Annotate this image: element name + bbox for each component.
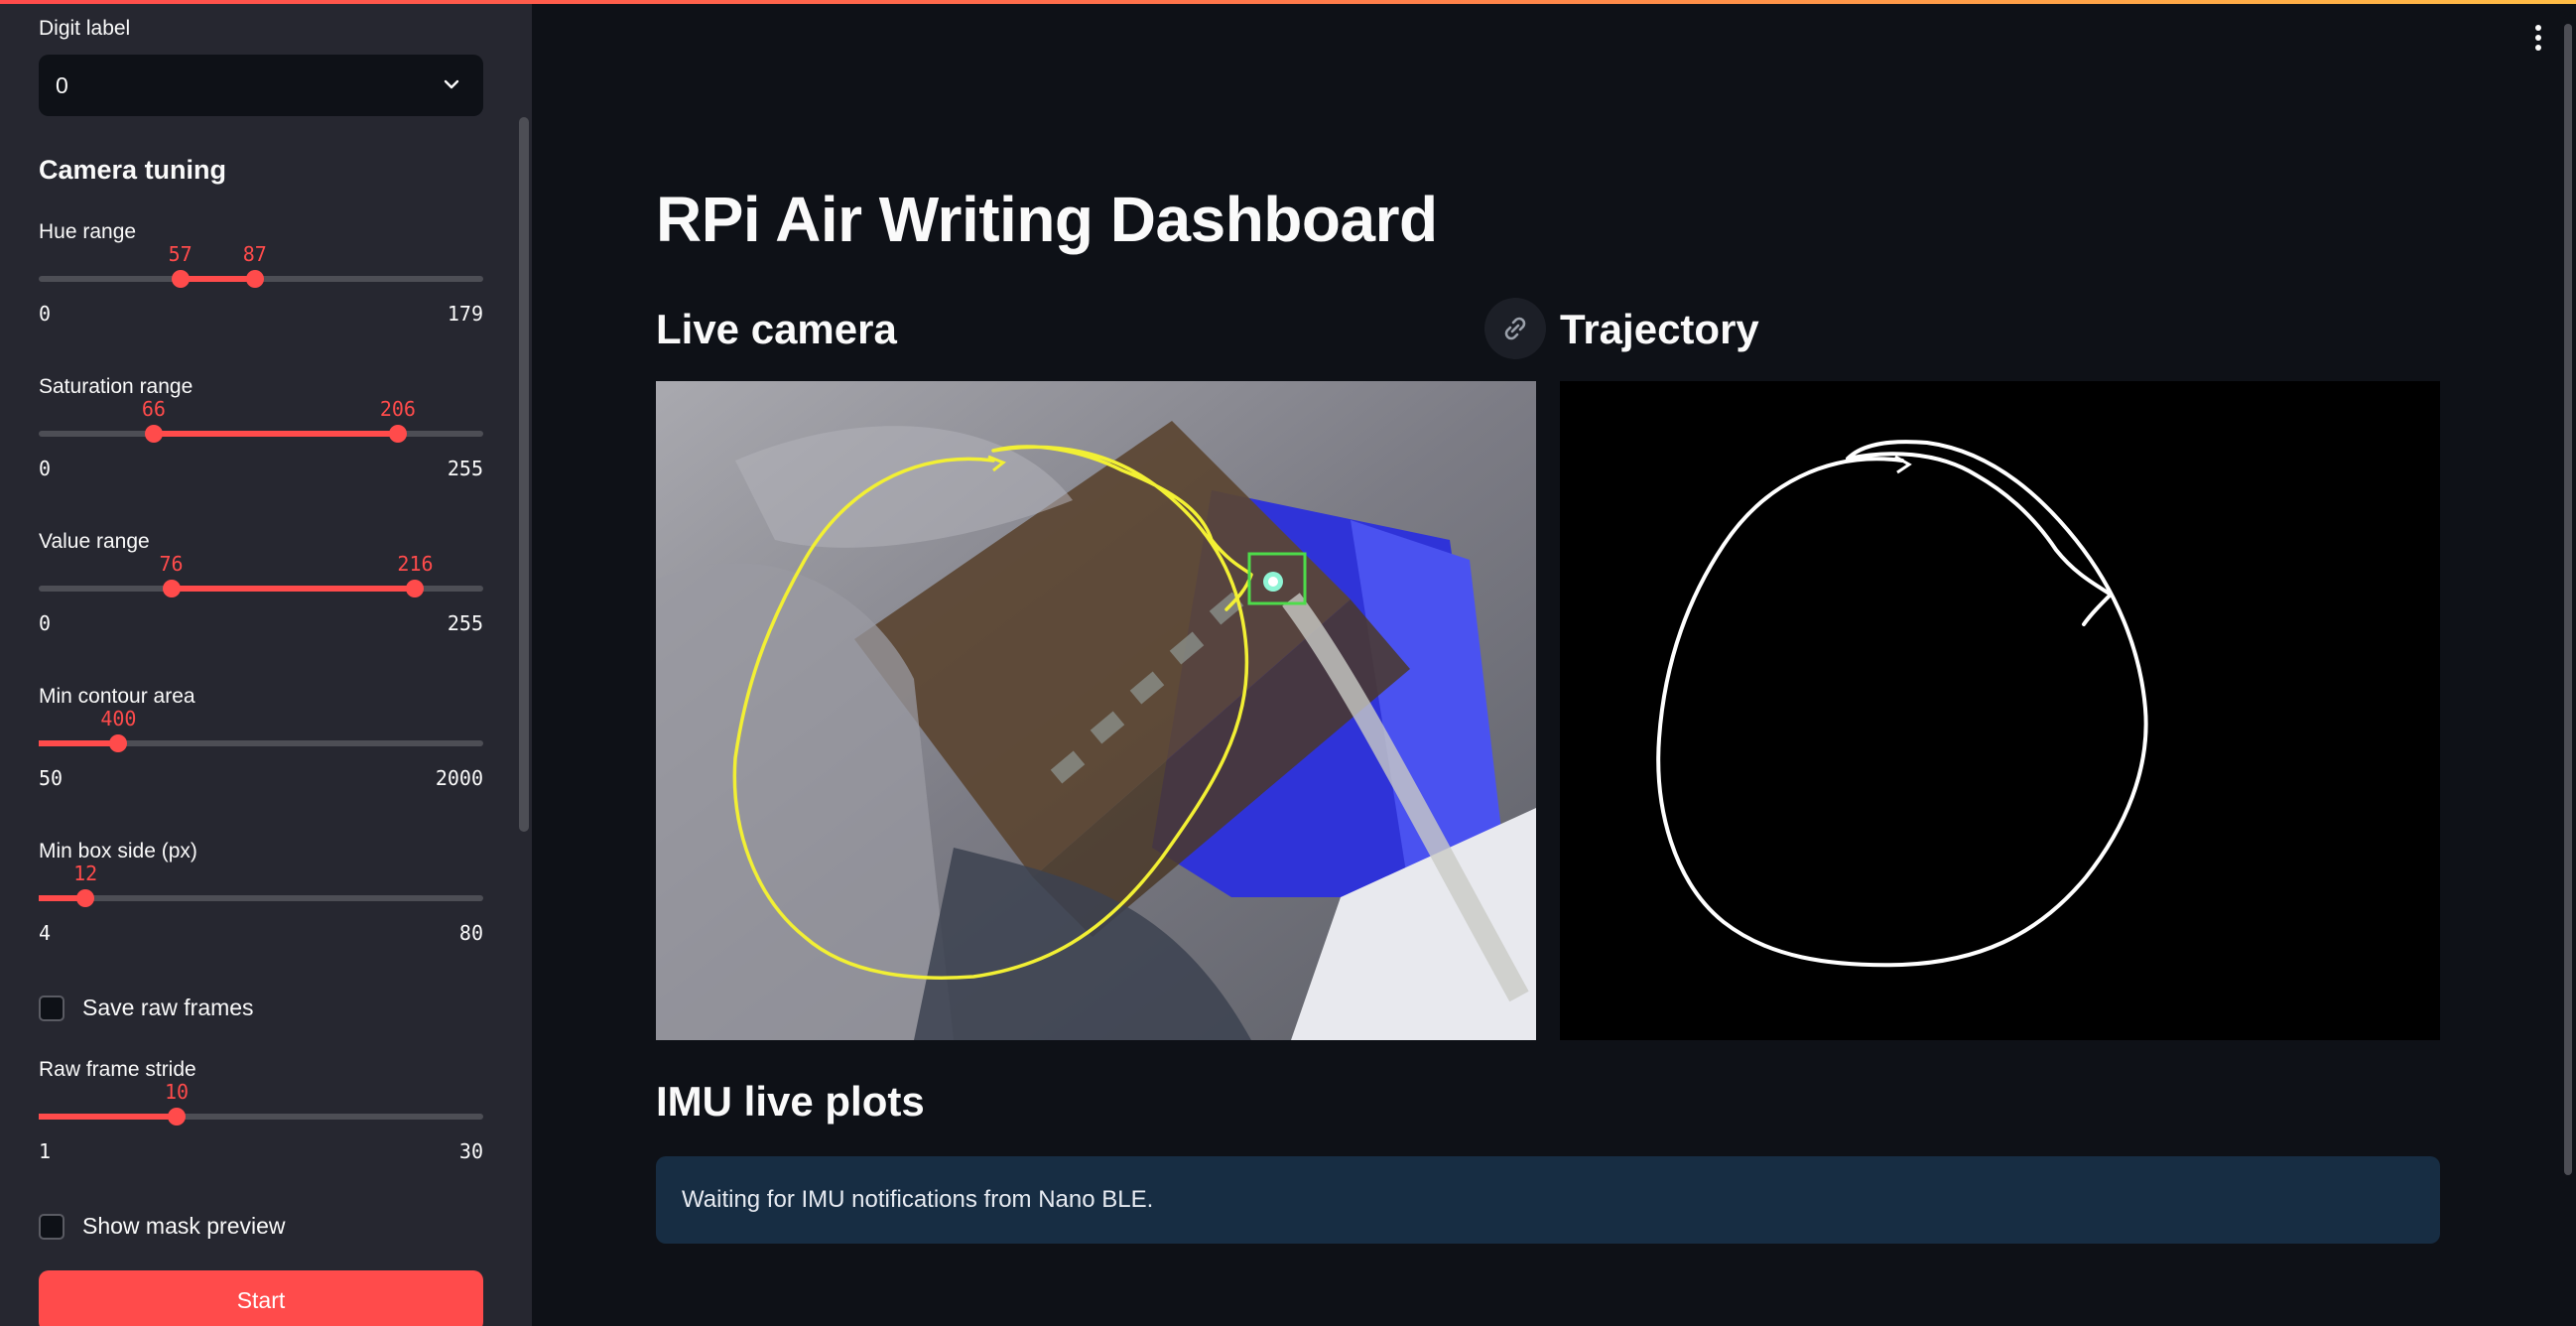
camera-tuning-title: Camera tuning: [39, 155, 227, 185]
slider-value-low: 57: [168, 242, 193, 266]
digit-label-select[interactable]: 0: [39, 55, 483, 116]
slider-value-high: 206: [379, 397, 416, 421]
slider-thumb[interactable]: [109, 734, 128, 752]
slider-min: 1: [39, 1139, 52, 1163]
slider-thumb-low[interactable]: [171, 270, 190, 288]
saturation-range-slider[interactable]: Saturation range 66 206 0 255: [39, 375, 483, 484]
slider-max: 2000: [435, 766, 483, 790]
slider-fill: [180, 276, 255, 282]
slider-label: Raw frame stride: [39, 1058, 196, 1081]
slider-thumb[interactable]: [168, 1108, 187, 1126]
slider-track[interactable]: [39, 895, 483, 901]
checkbox-label: Show mask preview: [82, 1213, 286, 1239]
slider-thumb-low[interactable]: [162, 580, 181, 597]
sidebar-scrollbar[interactable]: [519, 117, 529, 832]
slider-value-high: 87: [242, 242, 267, 266]
slider-fill: [153, 431, 398, 437]
chevron-down-icon: [444, 79, 459, 89]
slider-max: 255: [447, 611, 483, 635]
slider-thumb-low[interactable]: [144, 425, 163, 443]
link-icon: [1504, 317, 1526, 340]
trajectory-title: Trajectory: [1560, 306, 1759, 352]
slider-min: 0: [39, 457, 52, 480]
slider-value: 12: [73, 862, 98, 885]
slider-min: 50: [39, 766, 64, 790]
slider-min: 4: [39, 921, 52, 945]
trajectory-image: [1560, 381, 2440, 1040]
slider-max: 255: [447, 457, 483, 480]
live-camera-title: Live camera: [656, 306, 897, 352]
slider-thumb-high[interactable]: [388, 425, 407, 443]
slider-thumb[interactable]: [76, 889, 95, 907]
slider-fill: [171, 586, 416, 592]
sidebar: Digit label 0 Camera tuning Hue range 57…: [0, 0, 532, 1326]
min-contour-area-slider[interactable]: Min contour area 400 50 2000: [39, 685, 483, 794]
checkbox-box[interactable]: [39, 1214, 64, 1240]
slider-min: 0: [39, 611, 52, 635]
slider-value: 10: [164, 1080, 190, 1104]
slider-value-low: 66: [141, 397, 166, 421]
slider-thumb-high[interactable]: [245, 270, 264, 288]
digit-label-caption: Digit label: [39, 17, 131, 40]
trajectory-stroke: [1656, 440, 2148, 968]
digit-label-value: 0: [56, 72, 68, 98]
imu-plots-title: IMU live plots: [656, 1078, 925, 1125]
value-range-slider[interactable]: Value range 76 216 0 255: [39, 530, 483, 639]
main-scrollbar[interactable]: [2564, 24, 2572, 1175]
slider-label: Min contour area: [39, 685, 195, 708]
slider-fill: [39, 740, 119, 746]
slider-value: 400: [100, 707, 137, 730]
imu-info-text: Waiting for IMU notifications from Nano …: [682, 1186, 1154, 1213]
live-camera-image: [656, 381, 1536, 1040]
camera-frame-illustration: [656, 381, 1536, 1040]
slider-fill: [39, 1114, 178, 1120]
start-button[interactable]: Start: [39, 1270, 483, 1326]
slider-max: 80: [458, 921, 483, 945]
slider-max: 30: [458, 1139, 483, 1163]
slider-label: Saturation range: [39, 375, 193, 398]
checkbox-label: Save raw frames: [82, 994, 254, 1020]
slider-min: 0: [39, 302, 52, 326]
slider-label: Min box side (px): [39, 840, 197, 862]
slider-label: Hue range: [39, 220, 137, 243]
raw-frame-stride-slider[interactable]: Raw frame stride 10 1 30: [39, 1058, 483, 1167]
imu-info-alert: Waiting for IMU notifications from Nano …: [656, 1156, 2440, 1244]
slider-value-high: 216: [397, 552, 434, 576]
top-accent-bar: [0, 0, 2576, 4]
page-title: RPi Air Writing Dashboard: [656, 184, 1438, 255]
slider-label: Value range: [39, 530, 150, 553]
slider-value-low: 76: [159, 552, 184, 576]
min-box-side-slider[interactable]: Min box side (px) 12 4 80: [39, 840, 483, 949]
hue-range-slider[interactable]: Hue range 57 87 0 179: [39, 220, 483, 330]
slider-max: 179: [447, 302, 483, 326]
slider-thumb-high[interactable]: [406, 580, 425, 597]
checkbox-box[interactable]: [39, 995, 64, 1021]
anchor-link-button[interactable]: [1484, 298, 1546, 359]
more-menu-icon[interactable]: [2532, 24, 2544, 52]
